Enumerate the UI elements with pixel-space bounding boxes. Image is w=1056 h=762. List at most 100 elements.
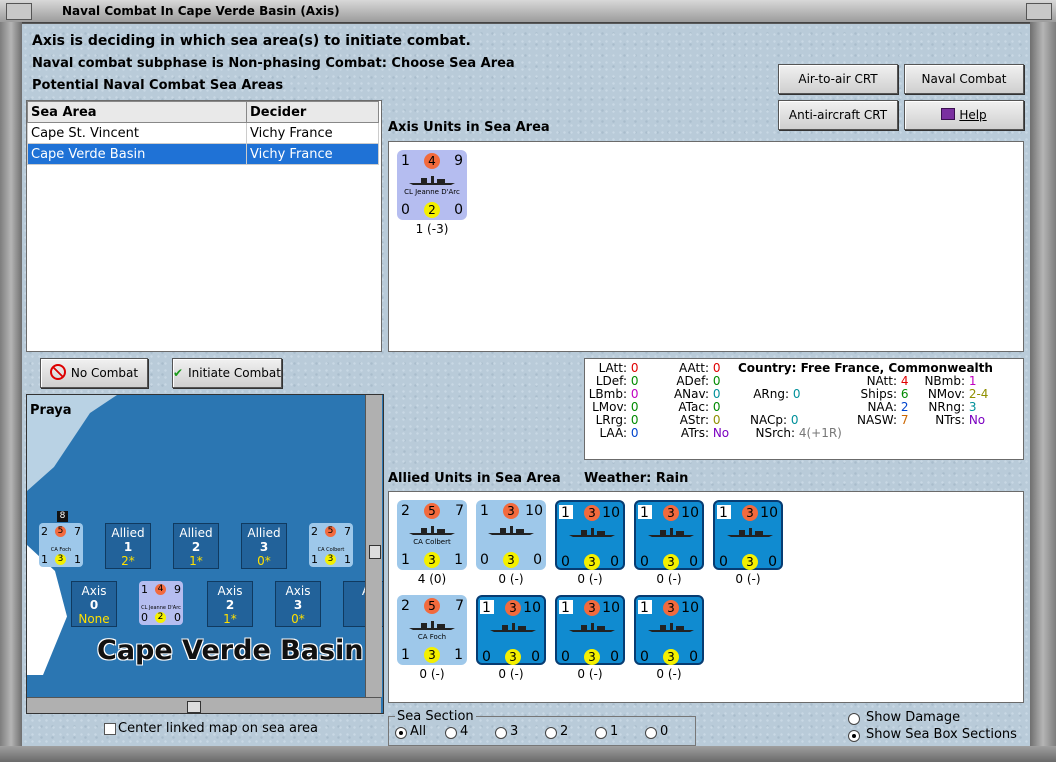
- stat-label: ATac:: [678, 400, 709, 414]
- stat-label: NRng:: [928, 400, 965, 414]
- center-link-checkbox[interactable]: [104, 723, 116, 735]
- axis-sea-box[interactable]: Axis 2 1*: [207, 581, 253, 627]
- sea-section-radio[interactable]: [495, 727, 507, 739]
- system-menu-button[interactable]: [6, 3, 32, 20]
- stat-value: 2: [900, 400, 909, 414]
- sea-section-group: Sea Section All 4 3 2 1 0: [388, 709, 696, 746]
- allied-unit-counter[interactable]: 2 5 7 CA Foch 1 3 1: [397, 595, 467, 665]
- counter-top-left: 1: [480, 503, 489, 519]
- counter-bottom-left: 0: [482, 649, 491, 665]
- stat-entry: LBmb: 0: [585, 387, 639, 401]
- allied-unit-counter[interactable]: 1 3 10 0 3 0: [555, 595, 625, 665]
- show-sea-box-sections-radio[interactable]: [848, 730, 860, 742]
- axis-sea-box[interactable]: Axis 0 None: [71, 581, 117, 627]
- sea-section-radio[interactable]: [445, 727, 457, 739]
- unit-stats-panel: Country: Free France, Commonwealth LAtt: …: [584, 358, 1024, 460]
- counter-bottom-right: 0: [689, 649, 698, 665]
- stat-value: 4: [900, 374, 909, 388]
- stat-entry: NACp: 0: [747, 413, 798, 427]
- allied-unit-counter[interactable]: 1 3 10 0 3 0: [634, 500, 704, 570]
- counter-top-center: 3: [503, 503, 519, 519]
- axis-sea-box[interactable]: Axis 3 0*: [275, 581, 321, 627]
- column-header-sea-area[interactable]: Sea Area: [27, 101, 247, 123]
- allied-unit-counter[interactable]: 1 3 10 0 3 0: [634, 595, 704, 665]
- counter-top-left: 1: [640, 600, 649, 616]
- counter-bottom-right: 1: [454, 647, 463, 663]
- anti-aircraft-crt-button[interactable]: Anti-aircraft CRT: [778, 100, 898, 130]
- allied-sea-box[interactable]: Allied 1 2*: [105, 523, 151, 569]
- allied-unit-counter[interactable]: 2 5 7 CA Colbert 1 3 1: [397, 500, 467, 570]
- stat-entry: LDef: 0: [585, 374, 639, 388]
- counter-bottom-center: 3: [503, 552, 519, 568]
- map-vertical-scrollbar[interactable]: [365, 395, 382, 697]
- allied-sea-box[interactable]: Allied 3 0*: [241, 523, 287, 569]
- air-to-air-crt-button[interactable]: Air-to-air CRT: [778, 64, 898, 94]
- counter-bottom-left: 0: [640, 649, 649, 665]
- stat-label: LDef:: [595, 374, 627, 388]
- stat-label: NACp:: [749, 413, 787, 427]
- stack-count-badge: 8: [57, 511, 68, 522]
- allied-unit-counter[interactable]: 1 3 10 0 3 0: [476, 500, 546, 570]
- stat-label: Ships:: [860, 387, 897, 401]
- no-combat-button[interactable]: No Combat: [40, 358, 148, 388]
- counter-top-center: 3: [742, 505, 758, 521]
- stat-value: 6: [900, 387, 909, 401]
- sea-section-radio[interactable]: [595, 727, 607, 739]
- stat-value: 0: [712, 387, 721, 401]
- ship-silhouette-icon: [569, 528, 615, 537]
- sea-section-radio[interactable]: [395, 727, 407, 739]
- counter-top-left: 1: [640, 505, 649, 521]
- stat-value: No: [968, 413, 986, 427]
- counter-bottom-left: 1: [401, 552, 410, 568]
- counter-caption: 0 (-): [577, 667, 603, 681]
- stat-label: NASW:: [856, 413, 897, 427]
- map-counter-ca-foch[interactable]: 2 5 7 CA Foch 1 3 1: [39, 523, 83, 567]
- counter-bottom-left: 1: [41, 553, 48, 566]
- table-row[interactable]: Cape St. Vincent Vichy France: [27, 122, 379, 144]
- stat-value: No: [712, 426, 730, 440]
- map-counter-cl-jeanne-darc[interactable]: 1 4 9 CL Jeanne D'Arc 0 2 0: [139, 581, 183, 625]
- stat-entry: LAA: 0: [585, 426, 638, 440]
- sea-section-option-label: 0: [660, 724, 669, 739]
- allied-unit-counter[interactable]: 1 3 10 0 3 0: [713, 500, 783, 570]
- stat-label: ADef:: [676, 374, 709, 388]
- sea-section-radio[interactable]: [645, 727, 657, 739]
- help-button[interactable]: Help: [904, 100, 1024, 130]
- allied-sea-box[interactable]: Allied 2 1*: [173, 523, 219, 569]
- vertical-scroll-thumb[interactable]: [369, 545, 381, 559]
- stat-entry: NAtt: 4: [835, 374, 909, 388]
- initiate-combat-button[interactable]: ✔ Initiate Combat: [172, 358, 282, 388]
- counter-top-right: 10: [523, 600, 541, 616]
- show-damage-radio[interactable]: [848, 713, 860, 725]
- stat-label: LMov:: [592, 400, 627, 414]
- stat-entry: LMov: 0: [585, 400, 638, 414]
- map-counter-ca-colbert[interactable]: 2 5 7 CA Colbert 1 3 1: [309, 523, 353, 567]
- stat-label: AAtt:: [679, 361, 709, 375]
- allied-unit-counter[interactable]: 1 3 10 0 3 0: [476, 595, 546, 665]
- allied-units-title: Allied Units in Sea Area: [388, 471, 561, 486]
- counter-caption: 1 (-3): [415, 222, 449, 236]
- title-bar: Naval Combat In Cape Verde Basin (Axis): [0, 0, 1056, 23]
- horizontal-scroll-thumb[interactable]: [187, 701, 201, 713]
- stat-entry: NSrch: 4(+1R): [747, 426, 841, 440]
- box-title: Axis: [285, 584, 311, 598]
- sea-area-map[interactable]: Praya Cape Verde Basin 2 5 7 CA Foch 1 3 1 8 2 5 7…: [26, 394, 384, 714]
- show-sea-box-sections-label: Show Sea Box Sections: [866, 727, 1017, 742]
- naval-combat-chart-button[interactable]: Naval Combat Chart: [904, 64, 1024, 114]
- stat-entry: NTrs: No: [915, 413, 985, 427]
- counter-name: CA Colbert: [413, 538, 451, 546]
- sea-section-option-label: 1: [610, 724, 619, 739]
- stat-label: ANav:: [673, 387, 709, 401]
- box-title: Allied: [247, 526, 281, 540]
- sea-section-radio[interactable]: [545, 727, 557, 739]
- unit-counter-jeanne-darc[interactable]: 1 4 9 CL Jeanne D'Arc 0 2 0: [397, 150, 467, 220]
- table-row-selected[interactable]: Cape Verde Basin Vichy France: [27, 143, 379, 165]
- stat-value: 2-4: [968, 387, 989, 401]
- map-horizontal-scrollbar[interactable]: [27, 697, 381, 713]
- counter-bottom-left: 0: [719, 554, 728, 570]
- column-header-decider[interactable]: Decider: [246, 101, 379, 123]
- close-button[interactable]: [1026, 3, 1052, 20]
- counter-top-left: 1: [141, 583, 148, 596]
- allied-unit-counter[interactable]: 1 3 10 0 3 0: [555, 500, 625, 570]
- decider-cell: Vichy France: [246, 143, 379, 165]
